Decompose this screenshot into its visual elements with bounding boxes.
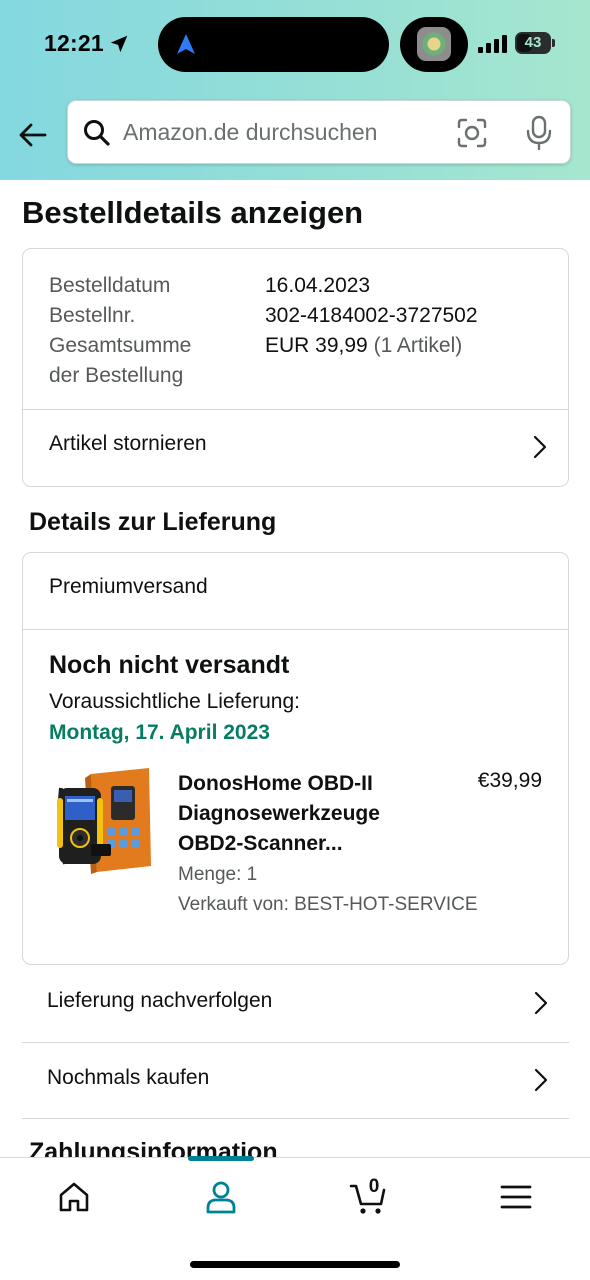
tab-cart[interactable]: 0 bbox=[340, 1172, 400, 1222]
chevron-right-icon bbox=[533, 435, 547, 459]
order-total-label-line2: der Bestellung bbox=[49, 364, 184, 387]
navigation-arrow-icon bbox=[177, 34, 195, 54]
delivery-card: Premiumversand Noch nicht versandt Vorau… bbox=[22, 552, 569, 965]
track-delivery-link[interactable]: Lieferung nachverfolgen bbox=[22, 966, 569, 1042]
home-icon bbox=[59, 1182, 89, 1212]
order-total-label: Gesamtsumme der Bestellung bbox=[49, 331, 265, 391]
search-icon bbox=[84, 120, 110, 146]
divider bbox=[22, 1118, 569, 1119]
status-time: 12:21 bbox=[44, 30, 104, 56]
app-thumbnail-icon bbox=[417, 27, 451, 61]
order-date-row: Bestelldatum 16.04.2023 bbox=[49, 271, 478, 301]
search-input[interactable] bbox=[123, 101, 453, 163]
location-arrow-icon bbox=[110, 35, 128, 53]
shipping-method: Premiumversand bbox=[49, 575, 208, 598]
order-date-label: Bestelldatum bbox=[49, 274, 171, 297]
back-arrow-icon[interactable] bbox=[18, 120, 48, 150]
order-date-value: 16.04.2023 bbox=[265, 274, 371, 297]
order-summary-card: Bestelldatum 16.04.2023 Bestellnr. 302-4… bbox=[22, 248, 569, 487]
microphone-icon[interactable] bbox=[524, 115, 554, 151]
tab-home[interactable] bbox=[44, 1172, 104, 1222]
home-indicator bbox=[190, 1261, 400, 1268]
delivery-section-title: Details zur Lieferung bbox=[29, 508, 277, 536]
cancel-items-link[interactable]: Artikel stornieren bbox=[23, 410, 568, 486]
product-price: €39,99 bbox=[477, 769, 542, 792]
order-number-row: Bestellnr. 302-4184002-3727502 bbox=[49, 301, 478, 331]
user-icon bbox=[206, 1181, 236, 1214]
order-total-value: EUR 39,99 (1 Artikel) bbox=[265, 331, 462, 391]
eta-date: Montag, 17. April 2023 bbox=[49, 721, 270, 744]
order-item-count: (1 Artikel) bbox=[373, 334, 463, 357]
order-number-value: 302-4184002-3727502 bbox=[265, 304, 478, 327]
tab-account[interactable] bbox=[191, 1172, 251, 1222]
buy-again-link[interactable]: Nochmals kaufen bbox=[22, 1043, 569, 1119]
product-title[interactable]: DonosHome OBD-II Diagnosewerkzeuge OBD2-… bbox=[178, 769, 428, 859]
order-number-label: Bestellnr. bbox=[49, 304, 136, 327]
page-title: Bestelldetails anzeigen bbox=[22, 195, 364, 230]
header: 12:21 43 bbox=[0, 0, 590, 180]
battery-level: 43 bbox=[524, 34, 542, 51]
chevron-right-icon bbox=[534, 991, 548, 1015]
product-quantity: Menge: 1 bbox=[178, 864, 258, 885]
cancel-items-label: Artikel stornieren bbox=[49, 432, 207, 455]
active-tab-indicator bbox=[188, 1156, 254, 1161]
chevron-right-icon bbox=[534, 1068, 548, 1092]
shipment-status: Noch nicht versandt bbox=[49, 651, 290, 679]
product-image[interactable] bbox=[51, 768, 155, 874]
order-total-row: Gesamtsumme der Bestellung EUR 39,99 (1 … bbox=[49, 331, 478, 391]
track-delivery-label: Lieferung nachverfolgen bbox=[47, 989, 273, 1012]
eta-label: Voraussichtliche Lieferung: bbox=[49, 690, 300, 713]
search-bar[interactable] bbox=[67, 100, 571, 164]
order-total-label-line1: Gesamtsumme bbox=[49, 334, 192, 357]
menu-icon bbox=[500, 1185, 532, 1209]
order-info: Bestelldatum 16.04.2023 Bestellnr. 302-4… bbox=[49, 271, 478, 391]
order-total-amount: EUR 39,99 bbox=[265, 334, 368, 357]
camera-search-icon[interactable] bbox=[456, 117, 488, 149]
cellular-signal-icon bbox=[478, 35, 507, 53]
tab-menu[interactable] bbox=[486, 1172, 546, 1222]
product-seller: Verkauft von: BEST-HOT-SERVICE bbox=[178, 894, 478, 915]
bottom-tab-bar: 0 bbox=[0, 1156, 590, 1280]
buy-again-label: Nochmals kaufen bbox=[47, 1066, 210, 1089]
cart-count-badge: 0 bbox=[368, 1176, 380, 1197]
battery-icon: 43 bbox=[515, 32, 555, 54]
divider bbox=[23, 629, 568, 630]
